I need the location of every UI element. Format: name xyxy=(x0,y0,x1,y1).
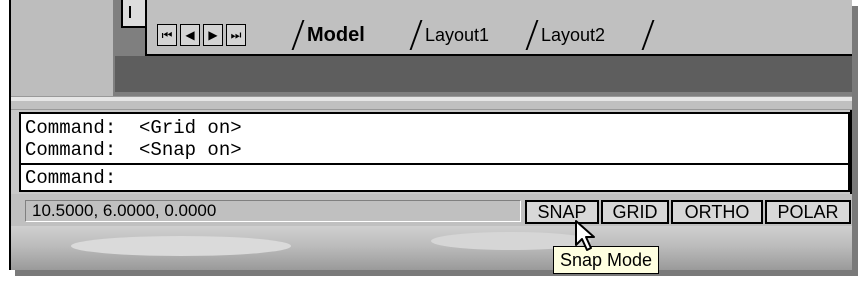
coordinate-display[interactable]: 10.5000, 6.0000, 0.0000 xyxy=(25,200,521,222)
first-tab-button[interactable]: ⏮ xyxy=(157,24,177,46)
tab-model[interactable]: Model xyxy=(307,22,365,48)
snap-mode-tooltip: Snap Mode xyxy=(553,246,660,274)
desktop-background xyxy=(11,226,852,270)
tab-nav-buttons: ⏮ ◀ ▶ ⏭ xyxy=(157,24,246,46)
command-input-row[interactable]: Command: xyxy=(21,163,848,192)
polar-button[interactable]: POLAR xyxy=(765,200,851,224)
ortho-button[interactable]: ORTHO xyxy=(671,200,763,224)
left-panel xyxy=(11,0,115,96)
window-shadow-bottom xyxy=(15,270,858,276)
mouse-pointer-icon xyxy=(575,220,595,251)
command-history-line: Command: <Grid on> xyxy=(25,117,242,139)
layout-tab-bar: ⏮ ◀ ▶ ⏭ Model Layout1 Layout2 xyxy=(145,0,852,56)
corner-tick-icon xyxy=(129,6,141,18)
next-tab-button[interactable]: ▶ xyxy=(203,24,223,46)
last-tab-button[interactable]: ⏭ xyxy=(226,24,246,46)
status-bar: 10.5000, 6.0000, 0.0000 SNAP GRID ORTHO … xyxy=(11,194,852,226)
command-window: Command: <Grid on> Command: <Snap on> Co… xyxy=(19,112,850,192)
tab-layout2[interactable]: Layout2 xyxy=(541,22,605,48)
grid-button[interactable]: GRID xyxy=(601,200,669,224)
tab-layout1[interactable]: Layout1 xyxy=(425,22,489,48)
window-shadow-right xyxy=(852,6,858,276)
command-prompt: Command: xyxy=(25,167,117,189)
prev-tab-button[interactable]: ◀ xyxy=(180,24,200,46)
splitter-bar xyxy=(11,101,852,110)
application-window: ⏮ ◀ ▶ ⏭ Model Layout1 Layout2 Command: <… xyxy=(9,0,852,270)
command-history-line: Command: <Snap on> xyxy=(25,139,242,161)
